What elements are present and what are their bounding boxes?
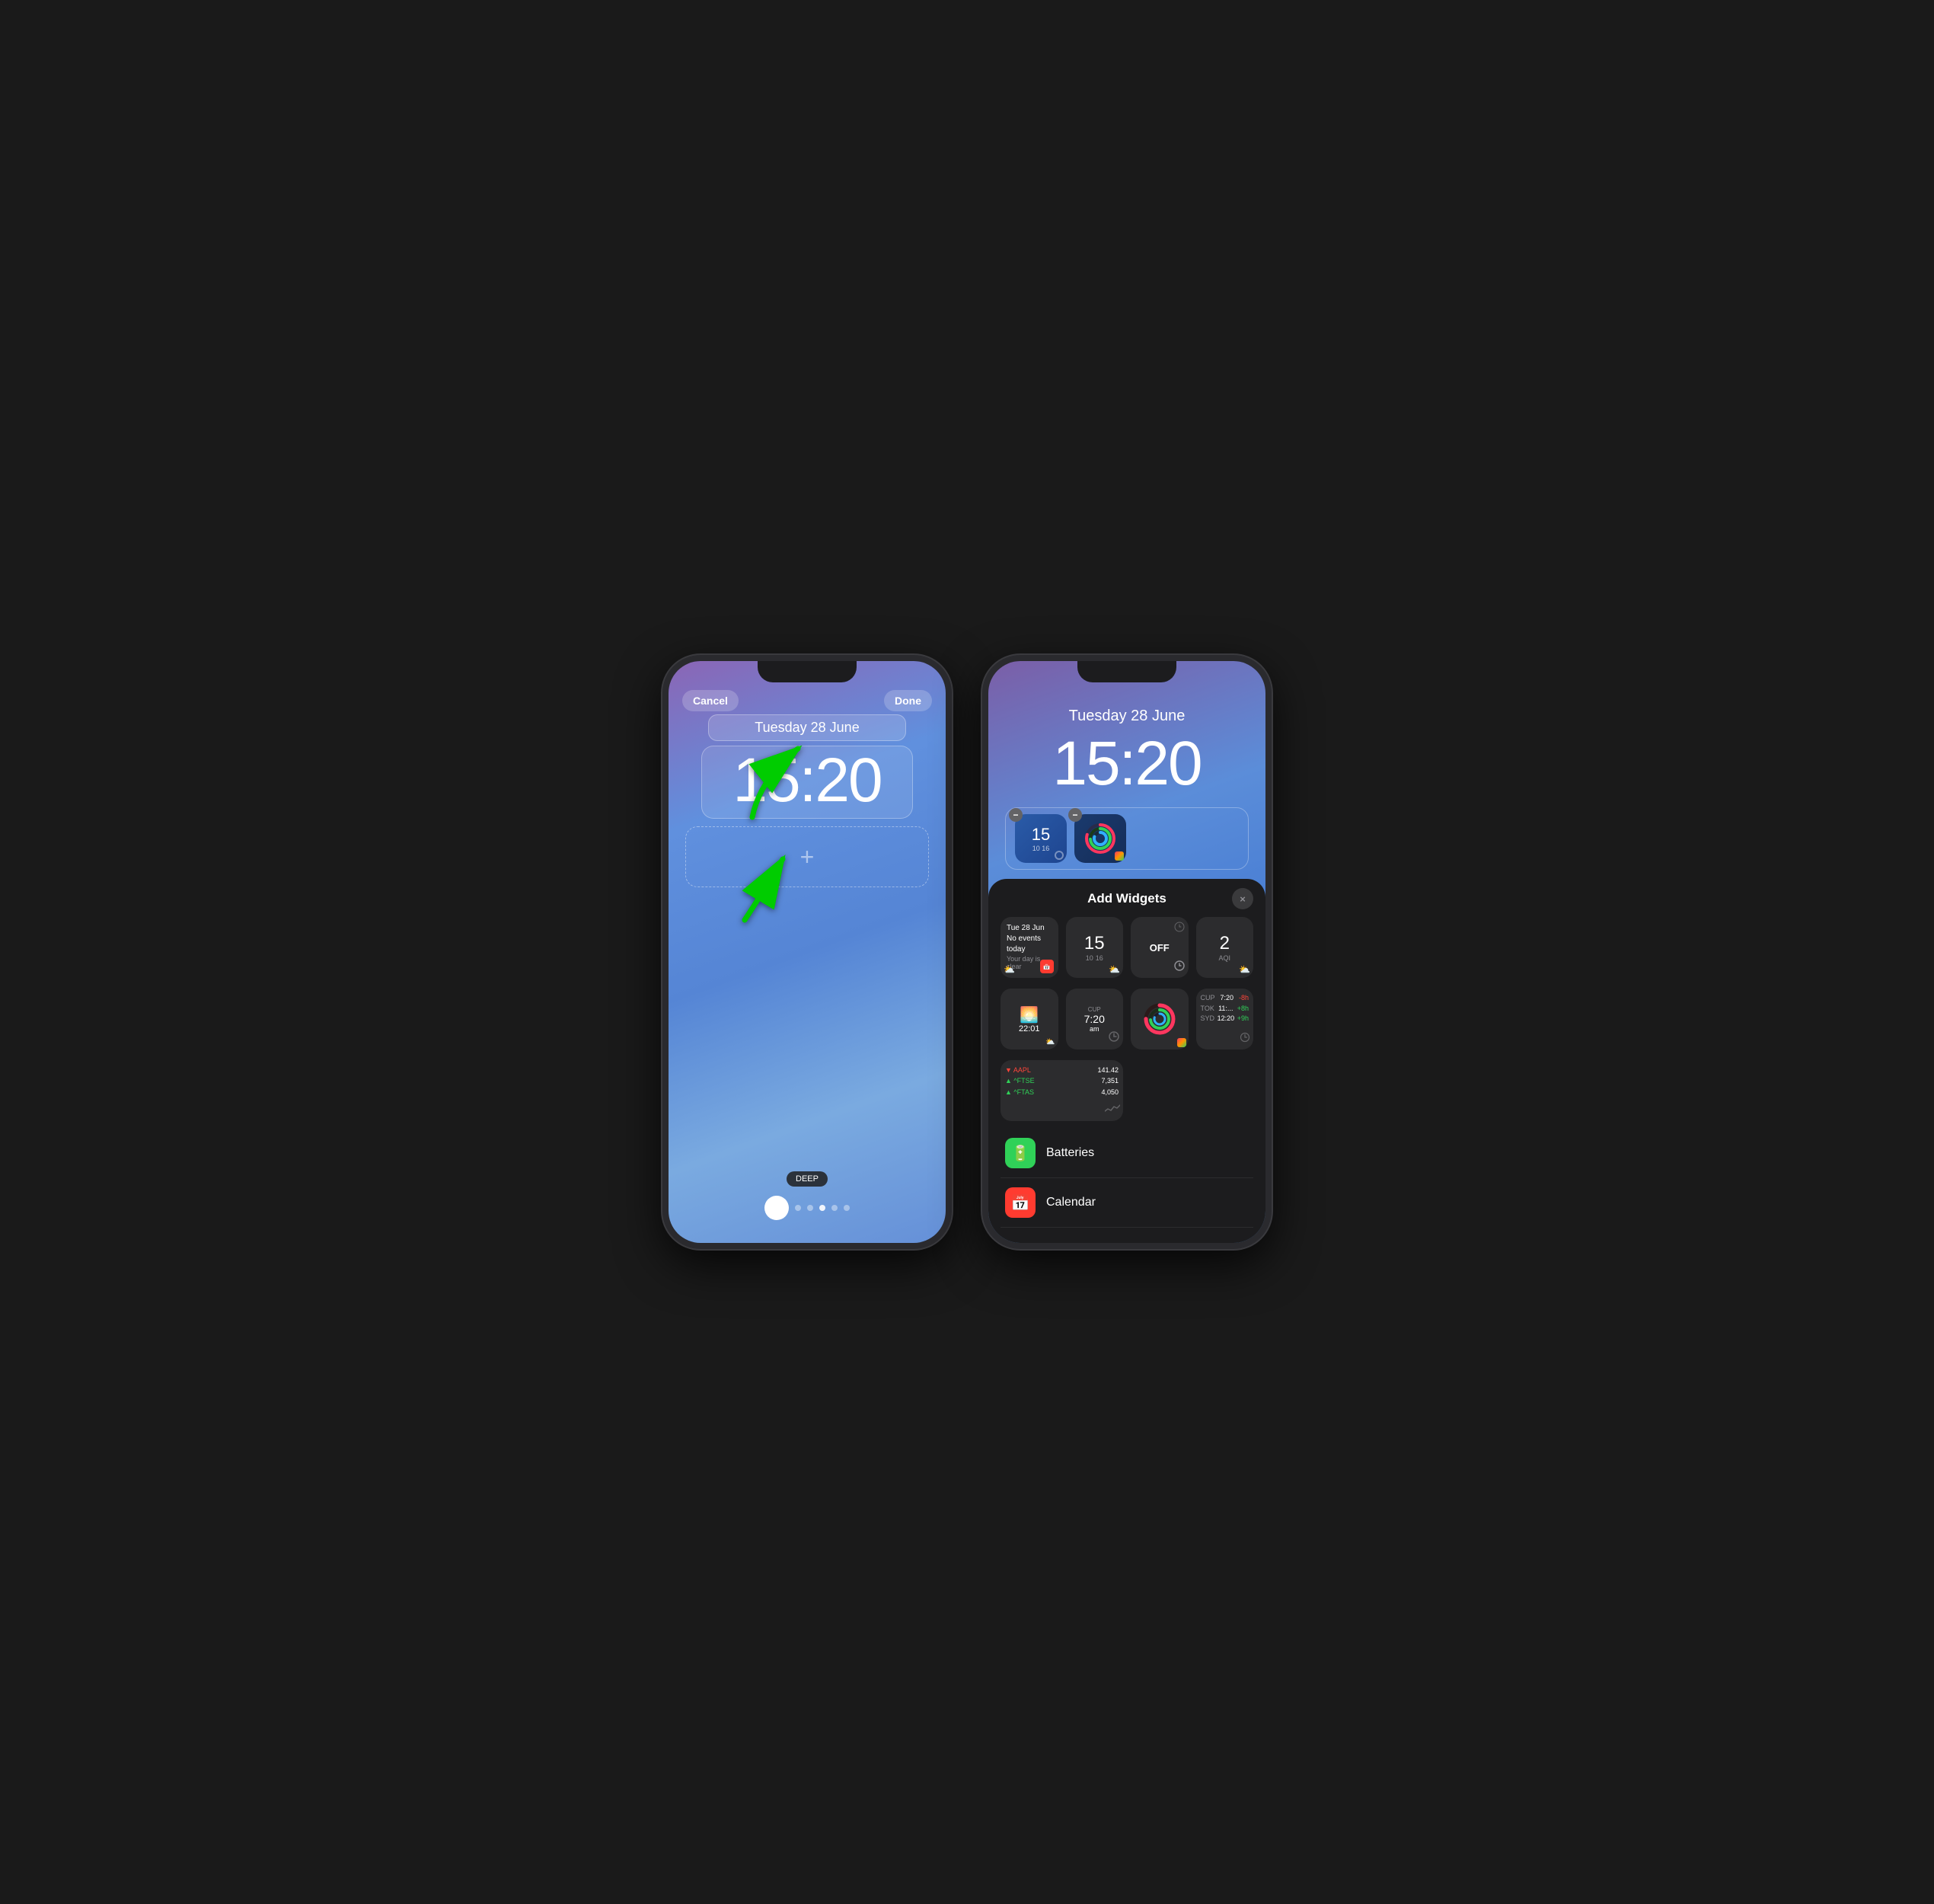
activity-rings-svg xyxy=(1083,822,1117,855)
stock-row-ftse: ▲ ^FTSE 7,351 xyxy=(1005,1075,1119,1086)
calendar-icon: 📅 xyxy=(1005,1187,1036,1218)
widget-grid-row2: 🌅 22:01 ⛅ CUP 7:20 am xyxy=(1001,989,1253,1049)
clock-grid-num: 15 xyxy=(1084,933,1105,954)
batteries-icon: 🔋 xyxy=(1005,1138,1036,1168)
calendar-date: Tue 28 Jun xyxy=(1007,923,1045,934)
phone-2: Tuesday 28 June 15:20 − 15 10 16 − xyxy=(982,655,1272,1249)
clock-icon-top xyxy=(1173,920,1186,936)
weather-icon-clock: ⛅ xyxy=(1109,964,1120,975)
wc-row-cup: CUP 7:20 -8h xyxy=(1201,993,1249,1004)
calendar-label: Calendar xyxy=(1046,1196,1096,1209)
cancel-button[interactable]: Cancel xyxy=(682,690,739,711)
phone-1: Cancel Done Tuesday 28 June 15:20 + xyxy=(662,655,952,1249)
widget-grid-row1: Tue 28 Jun No events today Your day is c… xyxy=(1001,917,1253,978)
close-button[interactable]: × xyxy=(1232,888,1253,909)
calendar-small-icon: 📅 xyxy=(1040,960,1054,973)
world-am: am xyxy=(1090,1025,1099,1033)
stocks-grid-widget[interactable]: ▼ AAPL 141.42 ▲ ^FTSE 7,351 ▲ ^FTAS 4,05… xyxy=(1001,1060,1123,1121)
calendar-grid-widget[interactable]: Tue 28 Jun No events today Your day is c… xyxy=(1001,917,1058,978)
alarm-grid-widget[interactable]: OFF xyxy=(1131,917,1189,978)
calendar-event-title: No events today xyxy=(1007,934,1052,955)
arrow-to-widget xyxy=(722,836,813,931)
stocks-chart-icon xyxy=(1105,1104,1120,1118)
page-dot-3 xyxy=(831,1205,838,1211)
cup-label: CUP xyxy=(1088,1006,1101,1013)
clock-icon-alarm xyxy=(1173,959,1186,975)
panel-title: Add Widgets xyxy=(1087,891,1166,906)
remove-activity-widget[interactable]: − xyxy=(1068,808,1082,822)
clock-widget[interactable]: − 15 10 16 xyxy=(1015,814,1067,863)
worldclocks-grid-widget[interactable]: CUP 7:20 -8h TOK 11:... +8h SYD 12:20 +9… xyxy=(1196,989,1254,1049)
lockscreen-bg-1: Cancel Done Tuesday 28 June 15:20 + xyxy=(669,661,946,1243)
done-button[interactable]: Done xyxy=(884,690,932,711)
aqi-label: AQI xyxy=(1218,954,1230,962)
weather-icon-aqi: ⛅ xyxy=(1239,964,1250,975)
remove-clock-widget[interactable]: − xyxy=(1009,808,1023,822)
top-buttons: Cancel Done xyxy=(669,690,946,711)
page-dot-current xyxy=(819,1205,825,1211)
sunset-time: 22:01 xyxy=(1019,1024,1040,1033)
notch-1 xyxy=(758,661,857,682)
alarm-label: OFF xyxy=(1150,942,1170,954)
deep-badge: DEEP xyxy=(787,1171,828,1187)
clock-grid-sub: 1016 xyxy=(1086,954,1103,962)
clock-widget-sub: 10 16 xyxy=(1032,845,1050,852)
activity-rings-grid xyxy=(1143,1002,1176,1036)
widget-grid-row3: ▼ AAPL 141.42 ▲ ^FTSE 7,351 ▲ ^FTAS 4,05… xyxy=(1001,1060,1253,1121)
page-dots xyxy=(764,1196,850,1220)
bottom-area: DEEP xyxy=(669,1171,946,1220)
lockscreen-bg-2: Tuesday 28 June 15:20 − 15 10 16 − xyxy=(988,661,1265,1243)
date-display-2: Tuesday 28 June xyxy=(1023,703,1231,730)
activity-grid-widget[interactable] xyxy=(1131,989,1189,1049)
notch-2 xyxy=(1077,661,1176,682)
clock-icon-world xyxy=(1108,1030,1120,1046)
batteries-list-item[interactable]: 🔋 Batteries xyxy=(1001,1129,1253,1178)
widget-bar: − 15 10 16 − xyxy=(1005,807,1249,870)
stock-row-aapl: ▼ AAPL 141.42 xyxy=(1005,1065,1119,1075)
add-widgets-panel: Add Widgets × Tue 28 Jun No events today… xyxy=(988,879,1265,1243)
page-dot-4 xyxy=(844,1205,850,1211)
page-dot-active xyxy=(764,1196,789,1220)
arrow-to-date xyxy=(737,733,828,829)
clock-widget-num: 15 xyxy=(1032,825,1050,845)
panel-header: Add Widgets × xyxy=(1001,891,1253,906)
weather-icon-sun: ⛅ xyxy=(1045,1038,1055,1046)
weather-icon-cal: ⛅ xyxy=(1004,964,1015,975)
activity-app-icon xyxy=(1177,1038,1186,1047)
wc-row-syd: SYD 12:20 +9h xyxy=(1201,1014,1249,1024)
worldclock-grid-widget[interactable]: CUP 7:20 am xyxy=(1066,989,1124,1049)
world-time: 7:20 xyxy=(1084,1013,1105,1025)
activity-widget[interactable]: − xyxy=(1074,814,1126,863)
page-dot-1 xyxy=(795,1205,801,1211)
time-display-2: 15:20 xyxy=(1022,730,1231,801)
sunset-icon: 🌅 xyxy=(1020,1005,1039,1024)
clock-grid-widget[interactable]: 15 1016 ⛅ xyxy=(1066,917,1124,978)
calendar-list-item[interactable]: 📅 Calendar xyxy=(1001,1178,1253,1228)
aqi-grid-widget[interactable]: 2 AQI ⛅ xyxy=(1196,917,1254,978)
clock-icon-wc xyxy=(1240,1032,1250,1046)
stock-row-ftas: ▲ ^FTAS 4,050 xyxy=(1005,1087,1119,1097)
batteries-label: Batteries xyxy=(1046,1146,1094,1160)
page-dot-2 xyxy=(807,1205,813,1211)
sunset-grid-widget[interactable]: 🌅 22:01 ⛅ xyxy=(1001,989,1058,1049)
aqi-number: 2 xyxy=(1220,933,1230,954)
wc-row-tok: TOK 11:... +8h xyxy=(1201,1004,1249,1014)
